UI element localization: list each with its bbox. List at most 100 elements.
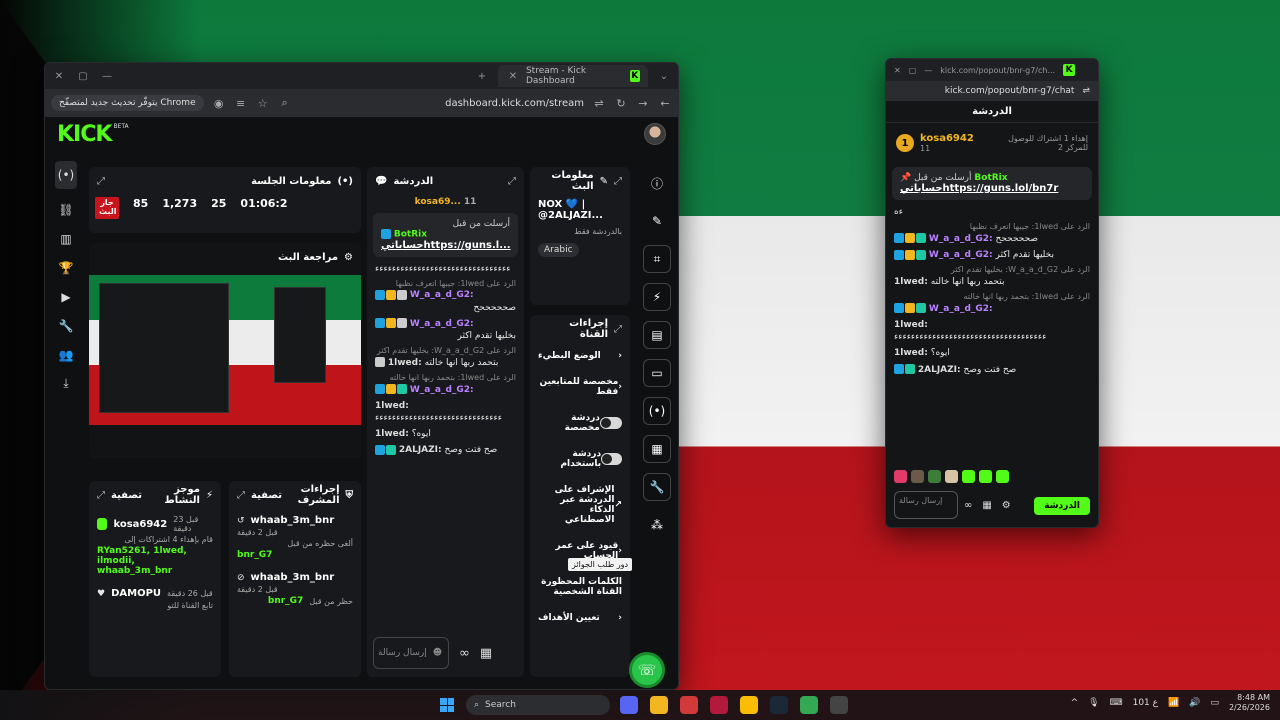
pinned-message[interactable]: أرسلت من قبل BotRix حساباتيhttps://guns.…: [373, 213, 518, 257]
discord-icon[interactable]: [620, 696, 638, 714]
broadcast-icon[interactable]: (•): [643, 397, 671, 425]
maximize-window-icon[interactable]: ▢: [75, 71, 91, 82]
send-chat-button[interactable]: الدردشة: [1034, 497, 1090, 515]
chat-username[interactable]: W_a_a_d_G2:: [410, 385, 474, 395]
analytics-nav-icon[interactable]: ▥: [55, 230, 77, 247]
action-user[interactable]: whaab_3m_bnr: [251, 572, 335, 583]
site-settings-icon[interactable]: ⇌: [592, 97, 606, 110]
kick-logo[interactable]: KICK: [57, 122, 112, 147]
emote-icon[interactable]: [928, 470, 941, 483]
minimize-window-icon[interactable]: —: [924, 66, 932, 75]
profile-icon[interactable]: ◉: [212, 97, 226, 110]
minimize-window-icon[interactable]: —: [99, 71, 115, 82]
app-icon[interactable]: [710, 696, 728, 714]
action-slow-mode[interactable]: الوضع البطيء ›: [530, 343, 630, 369]
chat-username[interactable]: 1lwed:: [375, 401, 409, 411]
chat-username[interactable]: W_a_a_d_G2:: [929, 250, 993, 260]
filter-label[interactable]: تصفية: [111, 490, 142, 501]
forward-icon[interactable]: →: [636, 97, 650, 110]
edit-icon[interactable]: ✎: [643, 207, 671, 235]
event-user[interactable]: DAMOPU: [111, 588, 161, 599]
leader-name[interactable]: kosa6942: [920, 133, 974, 144]
expand-icon[interactable]: ⤢: [508, 176, 516, 187]
chrome-update-pill[interactable]: يتوفّر تحديث جديد لمتصفّح Chrome: [51, 95, 204, 111]
mic-icon[interactable]: 🎙: [1088, 698, 1099, 708]
expand-icon[interactable]: ⤢: [237, 490, 245, 501]
users-nav-icon[interactable]: 👥: [55, 346, 77, 363]
info-icon[interactable]: ⓘ: [643, 169, 671, 197]
chat-leaderboard[interactable]: kosa69... 11: [367, 195, 524, 209]
filter-label[interactable]: تصفية: [251, 490, 282, 501]
chat-username[interactable]: 1lwed:: [375, 429, 409, 439]
app-icon[interactable]: [680, 696, 698, 714]
emote-icon[interactable]: [911, 470, 924, 483]
action-banned-words[interactable]: الكلمات المحظورة القناة الشخصية: [530, 569, 630, 605]
store-icon[interactable]: ▦: [982, 500, 991, 511]
popout-pinned-message[interactable]: 📌 أرسلت من قبل BotRix حساباتيhttps://gun…: [892, 167, 1092, 200]
clip-icon[interactable]: ⌗: [643, 245, 671, 273]
back-icon[interactable]: ←: [658, 97, 672, 110]
action-emote-chat[interactable]: دردشة باستخدام: [530, 441, 630, 477]
wrench-nav-icon[interactable]: 🔧: [55, 317, 77, 334]
battery-icon[interactable]: ▭: [1210, 698, 1219, 708]
emote-icon[interactable]: [894, 470, 907, 483]
expand-icon[interactable]: ⤢: [97, 176, 105, 187]
chat-username[interactable]: W_a_a_d_G2:: [410, 319, 474, 329]
chat-username[interactable]: 1lwed:: [894, 348, 928, 358]
chat-username[interactable]: W_a_a_d_G2:: [410, 290, 474, 300]
trophy-nav-icon[interactable]: 🏆: [55, 259, 77, 276]
obs-icon[interactable]: [830, 696, 848, 714]
clock[interactable]: 8:48 AM 2/26/2026: [1229, 693, 1270, 712]
action-ai-moderation[interactable]: الإشراف على الدردشة عبر الذكاء الاصطناعي…: [530, 477, 630, 533]
wrench-icon[interactable]: 🔧: [643, 473, 671, 501]
volume-icon[interactable]: 🔊: [1189, 698, 1200, 708]
expand-icon[interactable]: ⤢: [97, 490, 105, 501]
store-icon[interactable]: ▦: [480, 646, 492, 661]
review-settings-icon[interactable]: ⚙: [344, 252, 353, 263]
emote-icon[interactable]: [945, 470, 958, 483]
close-window-icon[interactable]: ✕: [51, 71, 67, 82]
tab-kick-dashboard[interactable]: ✕ Stream - Kick Dashboard K: [498, 65, 648, 87]
chat-input[interactable]: إرسال رسالة ☻: [373, 637, 449, 669]
reading-list-icon[interactable]: ≡: [234, 97, 248, 110]
input-language[interactable]: ع 101: [1133, 698, 1158, 708]
gear-icon[interactable]: ⚙: [1002, 500, 1011, 511]
avatar[interactable]: [644, 123, 666, 145]
url-field[interactable]: dashboard.kick.com/stream: [445, 98, 584, 109]
expand-icon[interactable]: ⤢: [614, 324, 622, 335]
pinned-user[interactable]: BotRix: [974, 173, 1007, 183]
action-sub-chat[interactable]: دردشة مخصصة: [530, 405, 630, 441]
emote-icon[interactable]: [979, 470, 992, 483]
chrome-icon[interactable]: [740, 696, 758, 714]
action-user[interactable]: whaab_3m_bnr: [251, 515, 335, 526]
upload-nav-icon[interactable]: ⤓: [55, 375, 77, 392]
wifi-icon[interactable]: 📶: [1168, 698, 1179, 708]
keyboard-icon[interactable]: ⌨: [1110, 698, 1123, 708]
bookmark-star-icon[interactable]: ☆: [256, 97, 270, 110]
chat-icon[interactable]: ▭: [643, 359, 671, 387]
maximize-window-icon[interactable]: ▢: [909, 66, 917, 75]
chevron-up-icon[interactable]: ^: [1071, 698, 1079, 708]
action-set-goals[interactable]: تعيين الأهداف ›: [530, 605, 630, 631]
bolt-icon[interactable]: ⚡: [643, 283, 671, 311]
windows-start-icon[interactable]: [440, 698, 454, 712]
chrome-icon[interactable]: [800, 696, 818, 714]
live-nav-icon[interactable]: (•): [55, 161, 77, 189]
chat-username[interactable]: 1lwed:: [894, 277, 928, 287]
site-settings-icon[interactable]: ⇌: [1082, 86, 1090, 96]
pinned-user[interactable]: BotRix: [394, 230, 427, 240]
taskbar-search[interactable]: ⌕ Search: [466, 695, 610, 715]
chat-username[interactable]: 2ALJAZI:: [918, 365, 961, 375]
chat-username[interactable]: W_a_a_d_G2:: [929, 304, 993, 314]
store-icon[interactable]: ▦: [643, 435, 671, 463]
folder-icon[interactable]: [650, 696, 668, 714]
action-by[interactable]: bnr_G7: [237, 550, 353, 560]
popout-url[interactable]: kick.com/popout/bnr-g7/chat: [945, 86, 1075, 96]
emote-icon[interactable]: [962, 470, 975, 483]
support-fab-icon[interactable]: ☏: [629, 652, 665, 688]
emoji-icon[interactable]: ☻: [433, 648, 442, 658]
new-tab-icon[interactable]: +: [474, 71, 490, 82]
popout-chat-input[interactable]: إرسال رسالة: [894, 491, 958, 519]
steam-icon[interactable]: [770, 696, 788, 714]
tab-search-icon[interactable]: ⌄: [656, 71, 672, 82]
